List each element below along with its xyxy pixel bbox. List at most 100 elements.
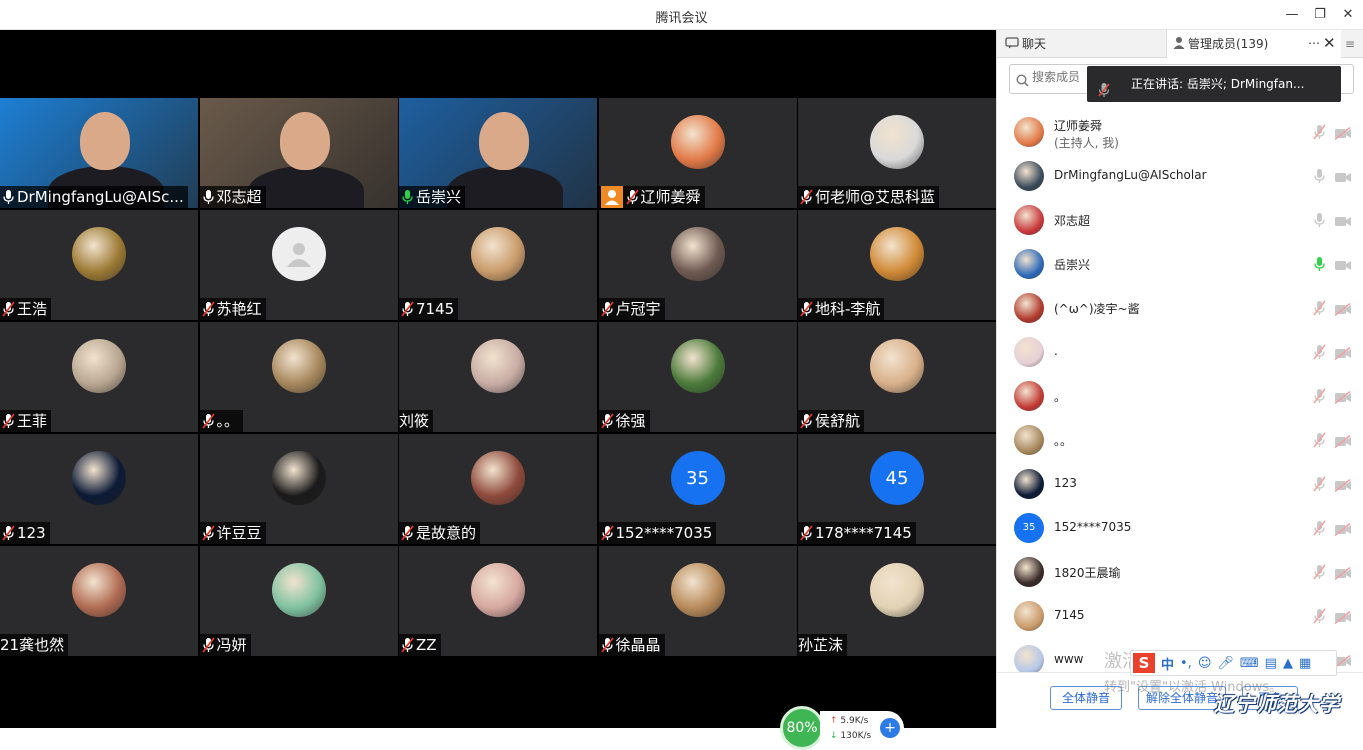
muted-mic-icon[interactable] (1313, 608, 1326, 628)
muted-mic-icon[interactable] (1313, 564, 1326, 584)
video-tile[interactable]: 岳崇兴 (399, 98, 597, 208)
title-bar: 腾讯会议 — ❐ ✕ (0, 0, 1363, 30)
muted-mic-icon[interactable] (1313, 476, 1326, 496)
restore-button[interactable]: ❐ (1309, 5, 1331, 25)
member-row[interactable]: . (997, 330, 1363, 374)
member-row[interactable]: 1820王晨瑜 (997, 550, 1363, 594)
participant-name-bar: ZZ (399, 634, 441, 656)
video-tile[interactable]: 苏艳红 (199, 210, 398, 320)
speaking-indicator: 正在讲话: 岳崇兴; DrMingfan... (1087, 66, 1341, 102)
ime-language[interactable]: 中 (1161, 654, 1174, 673)
avatar (471, 339, 525, 393)
voice-icon[interactable]: 🎤︎ (1217, 656, 1234, 671)
mic-icon[interactable] (1313, 256, 1326, 276)
camera-off-icon[interactable] (1334, 609, 1352, 628)
camera-off-icon[interactable] (1334, 389, 1352, 408)
participant-name: 苏艳红 (216, 300, 262, 318)
video-tile[interactable]: 刘筱 (399, 322, 597, 432)
member-row[interactable]: 。。 (997, 418, 1363, 462)
grid-icon[interactable]: ▦ (1299, 656, 1311, 671)
video-tile[interactable]: 徐晶晶 (598, 546, 797, 656)
participant-name: 王浩 (17, 300, 48, 318)
member-name: 邓志超 (1054, 214, 1091, 228)
person-silhouette (479, 112, 529, 170)
video-tile[interactable]: 许豆豆 (199, 434, 398, 544)
video-tile[interactable]: 卢冠宇 (598, 210, 797, 320)
video-tile[interactable]: DrMingfangLu@AISc... (0, 98, 198, 208)
video-tile[interactable]: 何老师@艾思科蓝 (798, 98, 996, 208)
member-row[interactable]: DrMingfangLu@AIScholar (997, 154, 1363, 198)
search-input[interactable] (1032, 70, 1092, 84)
camera-icon[interactable] (1334, 169, 1352, 188)
participant-name: 21龚也然 (0, 636, 65, 654)
participant-name: 是故意的 (416, 524, 477, 542)
camera-off-icon[interactable] (1334, 521, 1352, 540)
participant-name: 152****7035 (615, 524, 713, 542)
sogou-logo-icon[interactable]: S (1133, 653, 1155, 673)
member-row[interactable]: 岳崇兴 (997, 242, 1363, 286)
video-tile[interactable]: ZZ (399, 546, 597, 656)
video-tile[interactable]: 徐强 (598, 322, 797, 432)
participant-name: 刘筱 (399, 412, 430, 430)
video-tile[interactable]: 7145 (399, 210, 597, 320)
camera-off-icon[interactable] (1334, 565, 1352, 584)
muted-mic-icon[interactable] (1313, 300, 1326, 320)
member-row[interactable]: 35 152****7035 (997, 506, 1363, 550)
muted-mic-icon[interactable] (1313, 388, 1326, 408)
video-tile[interactable]: 冯妍 (199, 546, 398, 656)
video-tile[interactable]: 地科-李航 (798, 210, 996, 320)
muted-mic-icon (800, 413, 813, 429)
mic-icon[interactable] (1313, 212, 1326, 232)
camera-off-icon[interactable] (1334, 433, 1352, 452)
video-tile[interactable]: 21龚也然 (0, 546, 198, 656)
person-icon (1173, 31, 1185, 59)
close-panel-icon[interactable]: ✕ (1323, 34, 1336, 52)
network-status[interactable]: 80% ↑ 5.9K/s ↓ 130K/s + (780, 706, 906, 750)
member-role: (主持人, 我) (1054, 136, 1119, 150)
camera-off-icon[interactable] (1334, 345, 1352, 364)
tab-chat[interactable]: 聊天 (997, 30, 1167, 58)
member-avatar (1014, 601, 1044, 631)
close-window-button[interactable]: ✕ (1337, 5, 1359, 25)
camera-off-icon[interactable] (1334, 301, 1352, 320)
person-silhouette (80, 112, 130, 170)
minimize-button[interactable]: — (1281, 5, 1303, 25)
video-tile[interactable]: 王浩 (0, 210, 198, 320)
video-tile[interactable]: 侯舒航 (798, 322, 996, 432)
camera-off-icon[interactable] (1334, 125, 1352, 144)
video-tile[interactable]: 。。 (199, 322, 398, 432)
emoji-icon[interactable]: ☺ (1198, 656, 1212, 671)
video-tile[interactable]: 孙芷沫 (798, 546, 996, 656)
member-row[interactable]: 7145 (997, 594, 1363, 638)
video-tile[interactable]: 辽师姜舜 (598, 98, 797, 208)
member-row[interactable]: 。 (997, 374, 1363, 418)
mic-icon[interactable] (1313, 168, 1326, 188)
muted-mic-icon[interactable] (1313, 520, 1326, 540)
video-tile[interactable]: 王菲 (0, 322, 198, 432)
member-row[interactable]: 123 (997, 462, 1363, 506)
member-row[interactable]: 辽师姜舜 (主持人, 我) (997, 110, 1363, 154)
video-tile[interactable]: 35 152****7035 (598, 434, 797, 544)
member-row[interactable]: 邓志超 (997, 198, 1363, 242)
camera-icon[interactable] (1334, 257, 1352, 276)
ime-toolbar[interactable]: S 中 •, ☺ 🎤︎ ⌨ ▤ ▲ ▦ (1130, 650, 1337, 676)
video-tile[interactable]: 是故意的 (399, 434, 597, 544)
video-tile[interactable]: 邓志超 (199, 98, 398, 208)
camera-icon[interactable] (1334, 213, 1352, 232)
punctuation-icon[interactable]: •, (1180, 656, 1192, 671)
skin-icon[interactable]: ▲ (1283, 656, 1293, 671)
video-tile[interactable]: 123 (0, 434, 198, 544)
member-avatar (1014, 425, 1044, 455)
muted-mic-icon[interactable] (1313, 344, 1326, 364)
member-name: 。。 (1054, 434, 1073, 448)
keyboard-icon[interactable]: ⌨ (1240, 656, 1259, 671)
camera-off-icon[interactable] (1334, 477, 1352, 496)
add-icon[interactable]: + (880, 718, 900, 738)
more-options-icon[interactable]: ⋯ (1308, 36, 1320, 50)
muted-mic-icon[interactable] (1313, 432, 1326, 452)
toolbox-icon[interactable]: ▤ (1265, 656, 1277, 671)
muted-mic-icon[interactable] (1313, 124, 1326, 144)
member-row[interactable]: (^ω^)凌宇~酱 (997, 286, 1363, 330)
video-tile[interactable]: 45 178****7145 (798, 434, 996, 544)
menu-icon[interactable]: ≡ (1345, 37, 1355, 51)
